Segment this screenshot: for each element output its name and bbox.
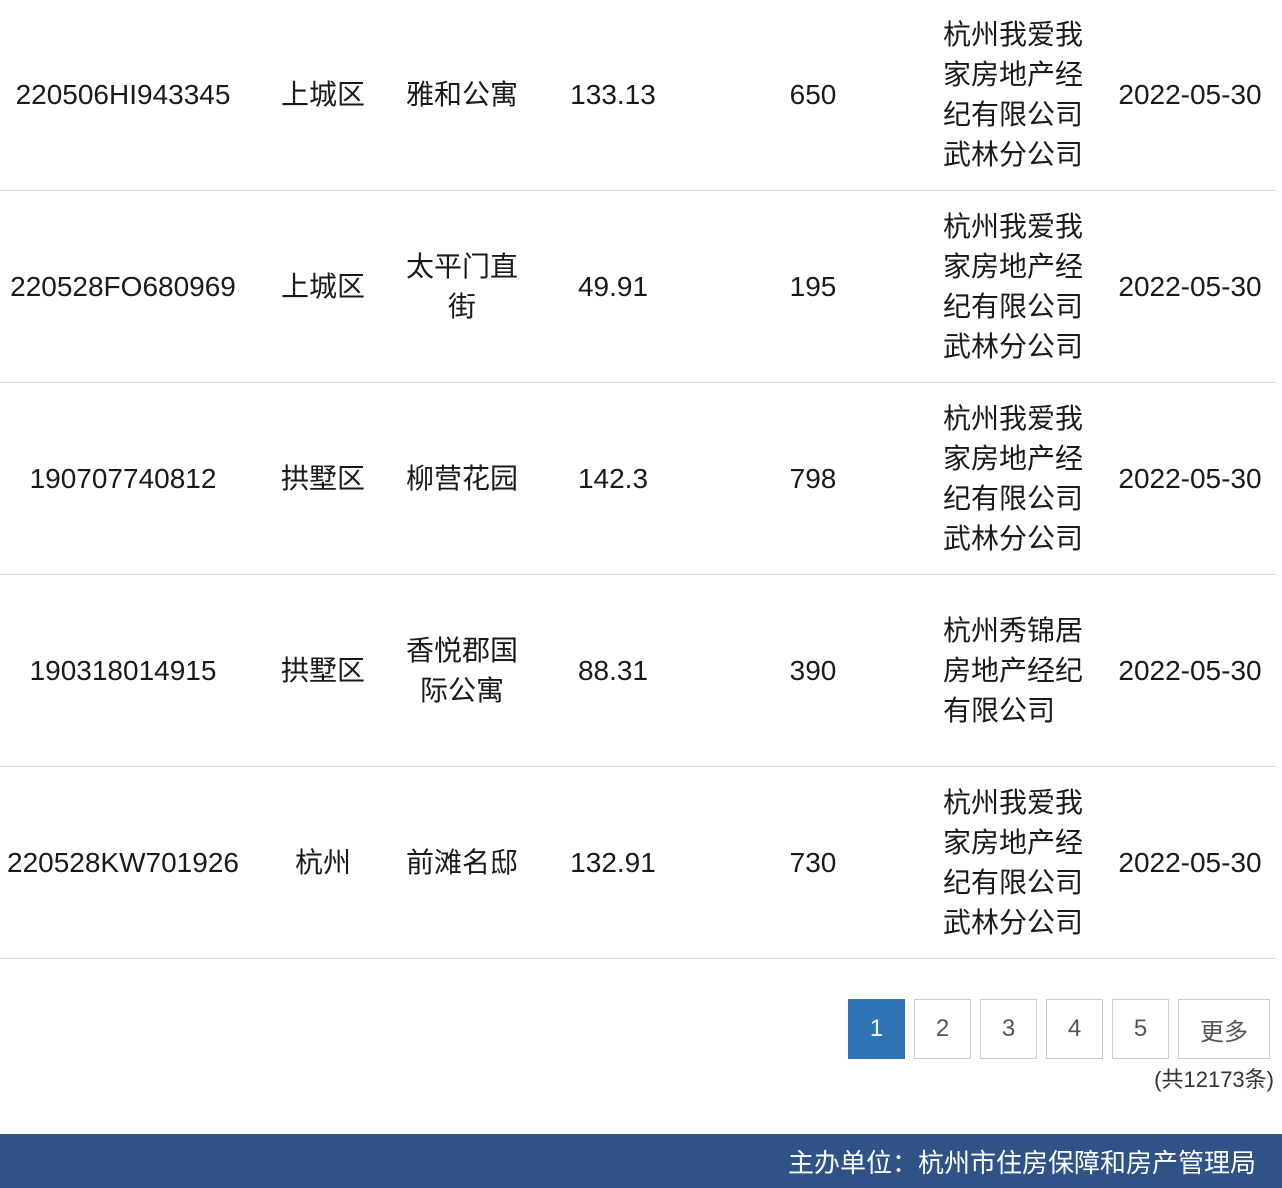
price-cell: 730 — [702, 766, 924, 959]
page-3-button[interactable]: 3 — [980, 999, 1037, 1059]
community-cell: 太平门直街 — [400, 190, 524, 383]
date-cell: 2022-05-30 — [1104, 766, 1276, 959]
community-name: 雅和公寓 — [406, 79, 519, 110]
table-row[interactable]: 190318014915 拱墅区 香悦郡国际公寓 88.31 390 杭州秀锦居… — [0, 574, 1276, 767]
listing-id: 190707740812 — [0, 382, 246, 575]
page-2-button[interactable]: 2 — [914, 999, 971, 1059]
date-cell: 2022-05-30 — [1104, 0, 1276, 191]
agency-cell: 杭州我爱我家房地产经纪有限公司武林分公司 — [924, 190, 1104, 383]
listing-id: 220528FO680969 — [0, 190, 246, 383]
area-cell: 132.91 — [524, 766, 702, 959]
agency-name: 杭州我爱我家房地产经纪有限公司武林分公司 — [943, 19, 1084, 170]
table-row[interactable]: 220506HI943345 上城区 雅和公寓 133.13 650 杭州我爱我… — [0, 0, 1276, 191]
community-cell: 雅和公寓 — [400, 0, 524, 191]
footer-sponsor-text: 主办单位：杭州市住房保障和房产管理局 — [787, 1147, 1256, 1178]
community-cell: 柳营花园 — [400, 382, 524, 575]
district-cell: 拱墅区 — [246, 574, 400, 767]
price-cell: 650 — [702, 0, 924, 191]
listing-id: 220528KW701926 — [0, 766, 246, 959]
pagination: 1 2 3 4 5 更多 — [848, 999, 1270, 1059]
table-row[interactable]: 220528FO680969 上城区 太平门直街 49.91 195 杭州我爱我… — [0, 190, 1276, 383]
community-cell: 香悦郡国际公寓 — [400, 574, 524, 767]
agency-name: 杭州我爱我家房地产经纪有限公司武林分公司 — [943, 786, 1084, 938]
table-row[interactable]: 190707740812 拱墅区 柳营花园 142.3 798 杭州我爱我家房地… — [0, 382, 1276, 575]
more-pages-button[interactable]: 更多 — [1178, 999, 1270, 1059]
area-cell: 88.31 — [524, 574, 702, 767]
agency-cell: 杭州我爱我家房地产经纪有限公司武林分公司 — [924, 382, 1104, 575]
price-cell: 195 — [702, 190, 924, 383]
community-name: 柳营花园 — [406, 462, 519, 494]
agency-name: 杭州我爱我家房地产经纪有限公司武林分公司 — [943, 402, 1084, 554]
area-cell: 133.13 — [524, 0, 702, 191]
agency-cell: 杭州秀锦居房地产经纪有限公司 — [924, 574, 1104, 767]
listing-table: 220506HI943345 上城区 雅和公寓 133.13 650 杭州我爱我… — [0, 0, 1276, 959]
area-cell: 49.91 — [524, 190, 702, 383]
community-name: 太平门直街 — [406, 250, 519, 322]
community-name: 前滩名邸 — [406, 846, 519, 878]
price-cell: 798 — [702, 382, 924, 575]
total-count: (共12173条) — [1154, 1067, 1274, 1092]
community-cell: 前滩名邸 — [400, 766, 524, 959]
listing-id: 190318014915 — [0, 574, 246, 767]
district-cell: 拱墅区 — [246, 382, 400, 575]
date-cell: 2022-05-30 — [1104, 574, 1276, 767]
page-1-button[interactable]: 1 — [848, 999, 905, 1059]
agency-cell: 杭州我爱我家房地产经纪有限公司武林分公司 — [924, 766, 1104, 959]
district-cell: 杭州 — [246, 766, 400, 959]
footer: 主办单位：杭州市住房保障和房产管理局 — [0, 1134, 1282, 1188]
district-cell: 上城区 — [246, 190, 400, 383]
date-cell: 2022-05-30 — [1104, 190, 1276, 383]
agency-cell: 杭州我爱我家房地产经纪有限公司武林分公司 — [924, 0, 1104, 191]
page-5-button[interactable]: 5 — [1112, 999, 1169, 1059]
price-cell: 390 — [702, 574, 924, 767]
agency-name: 杭州秀锦居房地产经纪有限公司 — [943, 614, 1084, 726]
page-4-button[interactable]: 4 — [1046, 999, 1103, 1059]
community-name: 香悦郡国际公寓 — [406, 634, 519, 706]
date-cell: 2022-05-30 — [1104, 382, 1276, 575]
area-cell: 142.3 — [524, 382, 702, 575]
agency-name: 杭州我爱我家房地产经纪有限公司武林分公司 — [943, 210, 1084, 362]
table-row[interactable]: 220528KW701926 杭州 前滩名邸 132.91 730 杭州我爱我家… — [0, 766, 1276, 959]
district-cell: 上城区 — [246, 0, 400, 191]
listing-id: 220506HI943345 — [0, 0, 246, 191]
